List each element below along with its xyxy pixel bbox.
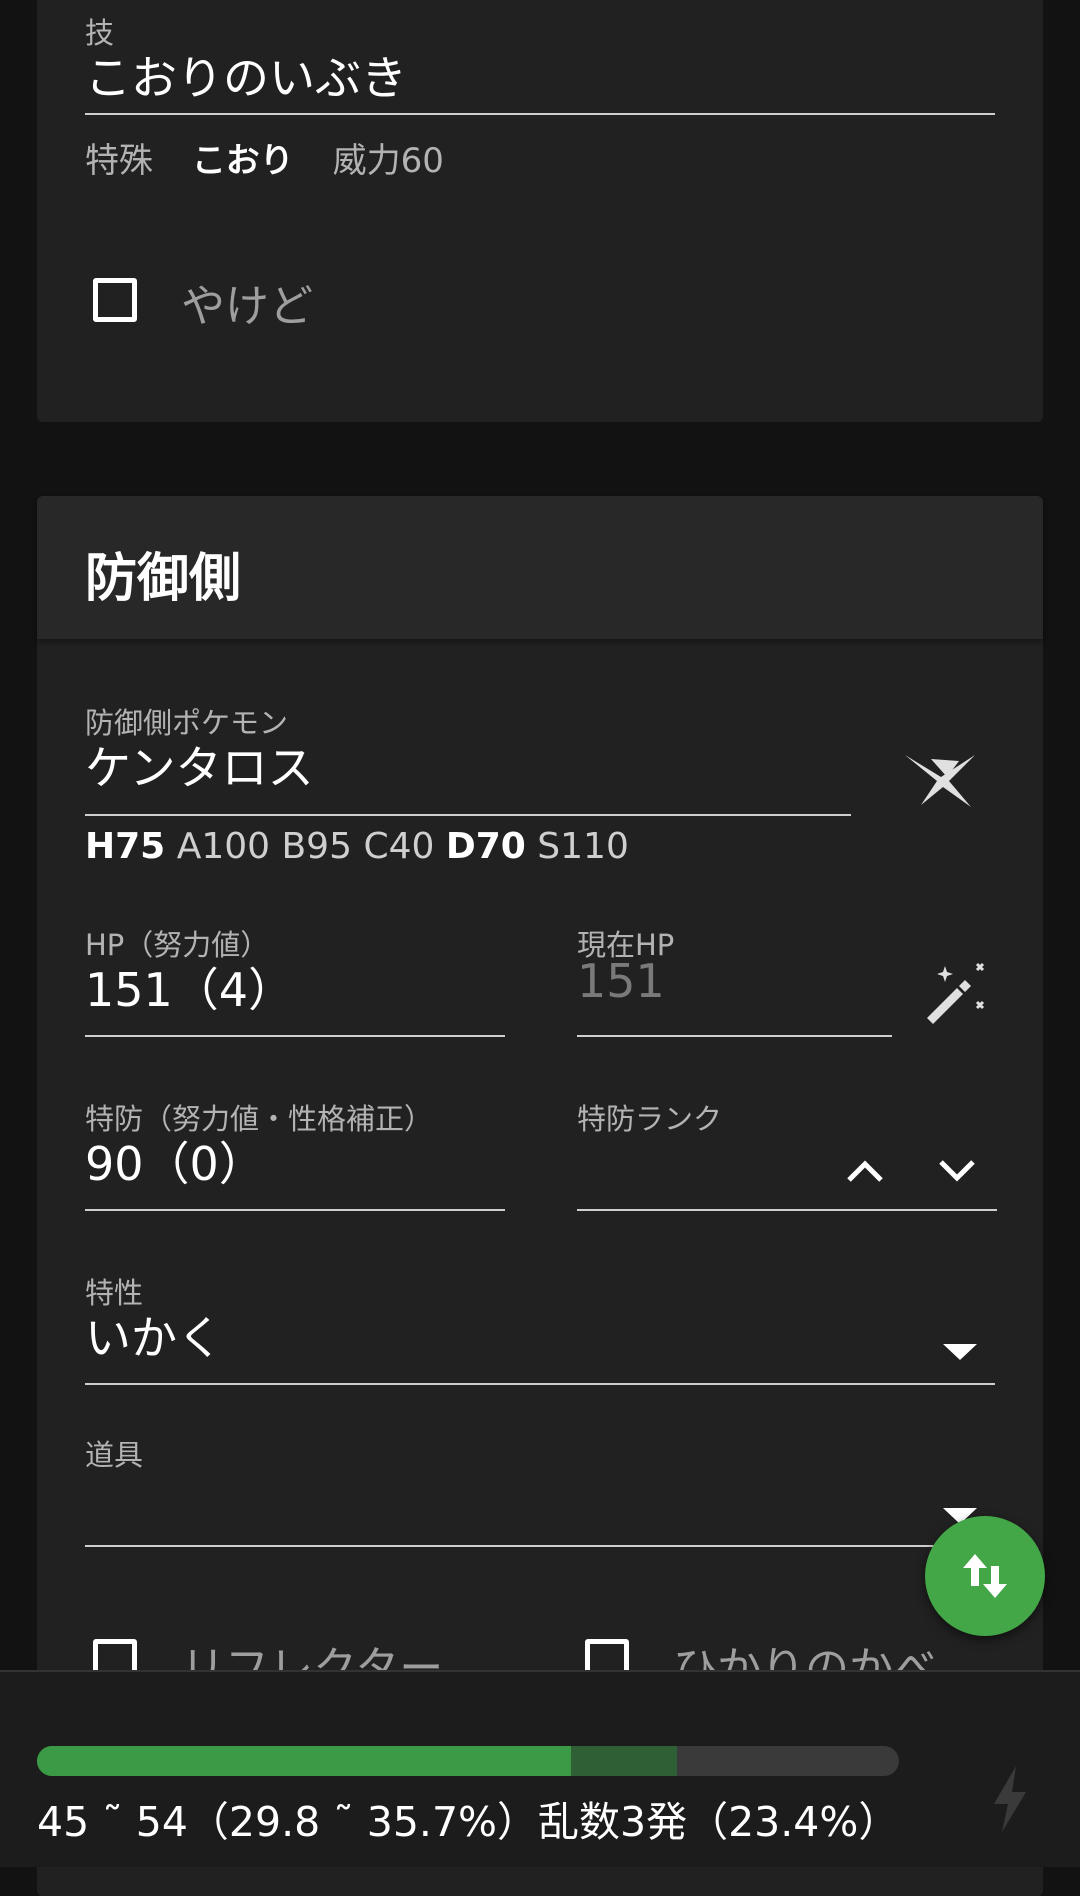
damage-progress-min [37,1746,572,1776]
spdef-underline [85,1209,505,1211]
move-category: 特殊 [85,141,153,181]
damage-result-bar: 45 ˜ 54（29.8 ˜ 35.7%）乱数3発（23.4%） [0,1670,1080,1867]
stat-d: D70 [445,826,526,867]
move-info: 特殊 こおり 威力60 [85,133,444,182]
move-underline [85,113,995,115]
move-field[interactable]: こおりのいぶき [85,42,407,108]
defense-card-header: 防御側 [37,496,1043,639]
hp-underline [85,1035,505,1037]
lightning-bolt-icon[interactable] [990,1766,1030,1832]
pokemon-underline [85,814,851,816]
spdef-field[interactable]: 90（0） [85,1128,265,1194]
stat-b: B95 [281,826,352,867]
swap-vertical-icon [957,1548,1013,1604]
defense-card-title: 防御側 [85,549,242,609]
base-stats: H75 A100 B95 C40 D70 S110 [85,826,629,867]
chevron-down-icon[interactable] [937,1156,977,1186]
stat-c: C40 [363,826,435,867]
spdef-rank-underline [577,1209,997,1211]
current-hp-underline [577,1035,892,1037]
damage-result-text: 45 ˜ 54（29.8 ˜ 35.7%）乱数3発（23.4%） [37,1798,900,1846]
hp-field[interactable]: 151（4） [85,954,294,1020]
pokemon-field[interactable]: ケンタロス [85,732,314,798]
attack-card: 技 こおりのいぶき 特殊 こおり 威力60 やけど [37,0,1043,422]
burn-checkbox[interactable] [93,278,137,322]
stat-s: S110 [537,826,629,867]
move-power: 威力60 [332,141,444,181]
item-underline [85,1545,995,1547]
ability-select[interactable]: いかく [85,1302,223,1368]
spdef-rank-label: 特防ランク [577,1102,723,1136]
ability-underline [85,1383,995,1385]
magic-wand-icon[interactable] [921,962,991,1026]
burn-label: やけど [181,281,313,332]
damage-progress-track [37,1746,899,1776]
move-type: こおり [191,141,294,181]
stat-a: A100 [176,826,271,867]
crossed-swords-icon[interactable] [901,751,981,811]
item-label: 道具 [85,1438,144,1472]
current-hp-field[interactable]: 151 [577,954,665,1008]
swap-sides-button[interactable] [925,1516,1045,1636]
triangle-down-icon[interactable] [943,1344,977,1362]
stat-h: H75 [85,826,166,867]
chevron-up-icon[interactable] [845,1156,885,1186]
